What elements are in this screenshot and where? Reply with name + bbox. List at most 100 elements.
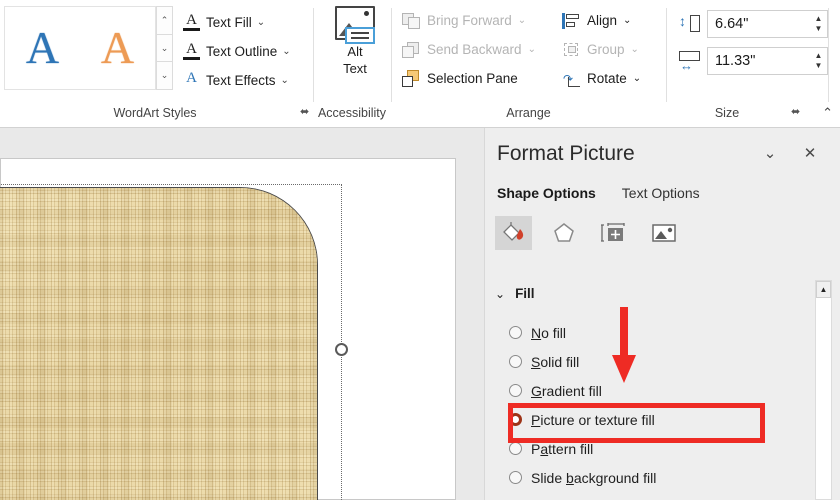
chevron-down-icon[interactable]: ⌄ — [518, 15, 526, 26]
align-label: Align — [587, 13, 618, 28]
shape-width-value: 11.33" — [715, 53, 756, 69]
gallery-more-button[interactable]: ⌄ — [156, 62, 173, 91]
wordart-gallery-scrollbar[interactable]: ⌃ ⌄ ⌄ — [156, 6, 173, 91]
arrange-commands-column-2: Align ⌄ Group ⌄ ↷ Rotate ⌄ — [562, 6, 667, 93]
shape-height-stepper[interactable]: ▲ ▼ — [810, 11, 827, 37]
fill-option-no-fill[interactable]: No fill — [509, 318, 809, 347]
pane-scrollbar[interactable]: ▲ — [815, 280, 832, 500]
wordart-styles-gallery[interactable]: A A — [4, 6, 156, 90]
alt-text-picture-icon — [335, 6, 375, 44]
selection-pane-button[interactable]: Selection Pane — [402, 64, 562, 93]
tab-shape-options[interactable]: Shape Options — [497, 185, 596, 201]
chevron-down-icon[interactable]: ⌄ — [281, 75, 289, 86]
annotation-highlight-box — [508, 403, 765, 443]
gallery-scroll-down-button[interactable]: ⌄ — [156, 34, 173, 63]
group-divider — [313, 8, 314, 114]
size-properties-glyph — [600, 223, 625, 242]
fill-option-solid-fill[interactable]: Solid fill — [509, 347, 809, 376]
chevron-down-icon[interactable]: ⌄ — [633, 73, 641, 84]
powerpoint-window: A A ⌃ ⌄ ⌄ A Text Fill ⌄ A Text Outline ⌄ — [0, 0, 840, 500]
format-picture-pane: Format Picture ⌄ ✕ Shape Options Text Op… — [484, 128, 840, 500]
size-dialog-launcher-icon[interactable]: ⬌ — [791, 105, 800, 118]
rotate-button[interactable]: ↷ Rotate ⌄ — [562, 64, 667, 93]
chevron-down-icon[interactable]: ⌄ — [631, 44, 639, 55]
text-outline-icon: A — [182, 41, 201, 62]
wordart-thumb-blue[interactable]: A — [26, 25, 59, 71]
bring-forward-button[interactable]: Bring Forward ⌄ — [402, 6, 562, 35]
chevron-down-icon[interactable]: ⌄ — [528, 44, 536, 55]
rotate-label: Rotate — [587, 71, 627, 86]
text-outline-button[interactable]: A Text Outline ⌄ — [182, 37, 312, 66]
arrange-commands-column-1: Bring Forward ⌄ Send Backward ⌄ Selectio… — [402, 6, 562, 93]
radio-solid-fill[interactable] — [509, 355, 522, 368]
shape-height-input[interactable]: 6.64" ▲ ▼ — [707, 10, 828, 38]
gallery-scroll-up-button[interactable]: ⌃ — [156, 6, 173, 35]
rotate-icon: ↷ — [562, 70, 582, 88]
fill-option-gradient-fill[interactable]: Gradient fill — [509, 376, 809, 405]
shape-height-value: 6.64" — [715, 16, 749, 32]
fill-option-label: Solid fill — [531, 353, 580, 370]
tab-text-options[interactable]: Text Options — [622, 185, 700, 201]
selected-shape[interactable] — [0, 187, 318, 500]
size-and-properties-icon[interactable] — [595, 216, 632, 250]
selection-pane-label: Selection Pane — [427, 71, 518, 86]
selection-outline-right — [341, 184, 342, 500]
alt-text-label-line2: Text — [343, 61, 367, 76]
group-label-accessibility: Accessibility — [317, 106, 387, 120]
alt-text-button[interactable]: Alt Text — [326, 6, 384, 77]
align-button[interactable]: Align ⌄ — [562, 6, 667, 35]
pane-menu-chevron-icon[interactable]: ⌄ — [757, 144, 783, 166]
pentagon-glyph — [553, 223, 574, 242]
paint-bucket-glyph — [502, 222, 523, 241]
pane-title: Format Picture — [497, 142, 635, 165]
selection-outline-top — [1, 184, 342, 185]
selection-pane-icon — [402, 69, 422, 88]
chevron-down-icon[interactable]: ⌄ — [623, 15, 631, 26]
chevron-down-icon[interactable]: ⌄ — [257, 17, 265, 28]
annotation-arrow-icon — [612, 307, 636, 383]
group-label: Group — [587, 42, 625, 57]
chevron-down-icon[interactable]: ⌄ — [495, 287, 505, 301]
shape-width-stepper[interactable]: ▲ ▼ — [810, 48, 827, 74]
text-effects-label: Text Effects — [206, 73, 276, 88]
wordart-thumb-orange[interactable]: A — [101, 25, 134, 71]
picture-icon[interactable] — [645, 216, 682, 250]
shape-width-row: ↔ 11.33" ▲ ▼ — [678, 45, 828, 77]
group-label-size: Size — [714, 106, 740, 120]
ribbon-groups: A A ⌃ ⌄ ⌄ A Text Fill ⌄ A Text Outline ⌄ — [0, 0, 840, 114]
shape-width-input[interactable]: 11.33" ▲ ▼ — [707, 47, 828, 75]
slide-editing-area[interactable] — [0, 128, 484, 500]
size-group: ↕ 6.64" ▲ ▼ ↔ 11.33" ▲ ▼ — [678, 8, 828, 82]
radio-gradient-fill[interactable] — [509, 384, 522, 397]
wordart-dialog-launcher-icon[interactable]: ⬌ — [300, 105, 309, 118]
shape-height-row: ↕ 6.64" ▲ ▼ — [678, 8, 828, 40]
group-divider — [391, 8, 392, 114]
fill-and-line-icon[interactable] — [495, 216, 532, 250]
fill-option-label: Slide background fill — [531, 469, 657, 486]
effects-pentagon-icon[interactable] — [545, 216, 582, 250]
fill-option-label: No fill — [531, 324, 567, 341]
wordart-text-commands: A Text Fill ⌄ A Text Outline ⌄ A Text Ef… — [182, 8, 312, 95]
close-icon[interactable]: ✕ — [797, 144, 823, 166]
text-outline-label: Text Outline — [206, 44, 278, 59]
radio-no-fill[interactable] — [509, 326, 522, 339]
radio-slide-background-fill[interactable] — [509, 471, 522, 484]
text-fill-button[interactable]: A Text Fill ⌄ — [182, 8, 312, 37]
slide-canvas[interactable] — [0, 158, 456, 500]
chevron-down-icon[interactable]: ⌄ — [282, 46, 290, 57]
send-backward-button[interactable]: Send Backward ⌄ — [402, 35, 562, 64]
text-fill-label: Text Fill — [206, 15, 252, 30]
ribbon: A A ⌃ ⌄ ⌄ A Text Fill ⌄ A Text Outline ⌄ — [0, 0, 840, 128]
collapse-ribbon-button[interactable]: ⌃ — [822, 105, 833, 121]
group-button[interactable]: Group ⌄ — [562, 35, 667, 64]
fill-section-header[interactable]: ⌄ Fill — [495, 286, 535, 301]
bring-forward-label: Bring Forward — [427, 13, 512, 28]
scroll-up-button[interactable]: ▲ — [816, 281, 831, 298]
radio-pattern-fill[interactable] — [509, 442, 522, 455]
top-right-resize-handle[interactable] — [335, 343, 348, 356]
text-effects-button[interactable]: A Text Effects ⌄ — [182, 66, 312, 95]
group-label-arrange: Arrange — [506, 106, 551, 120]
fill-option-slide-background-fill[interactable]: Slide background fill — [509, 463, 809, 492]
group-icon — [562, 41, 582, 59]
send-backward-label: Send Backward — [427, 42, 522, 57]
